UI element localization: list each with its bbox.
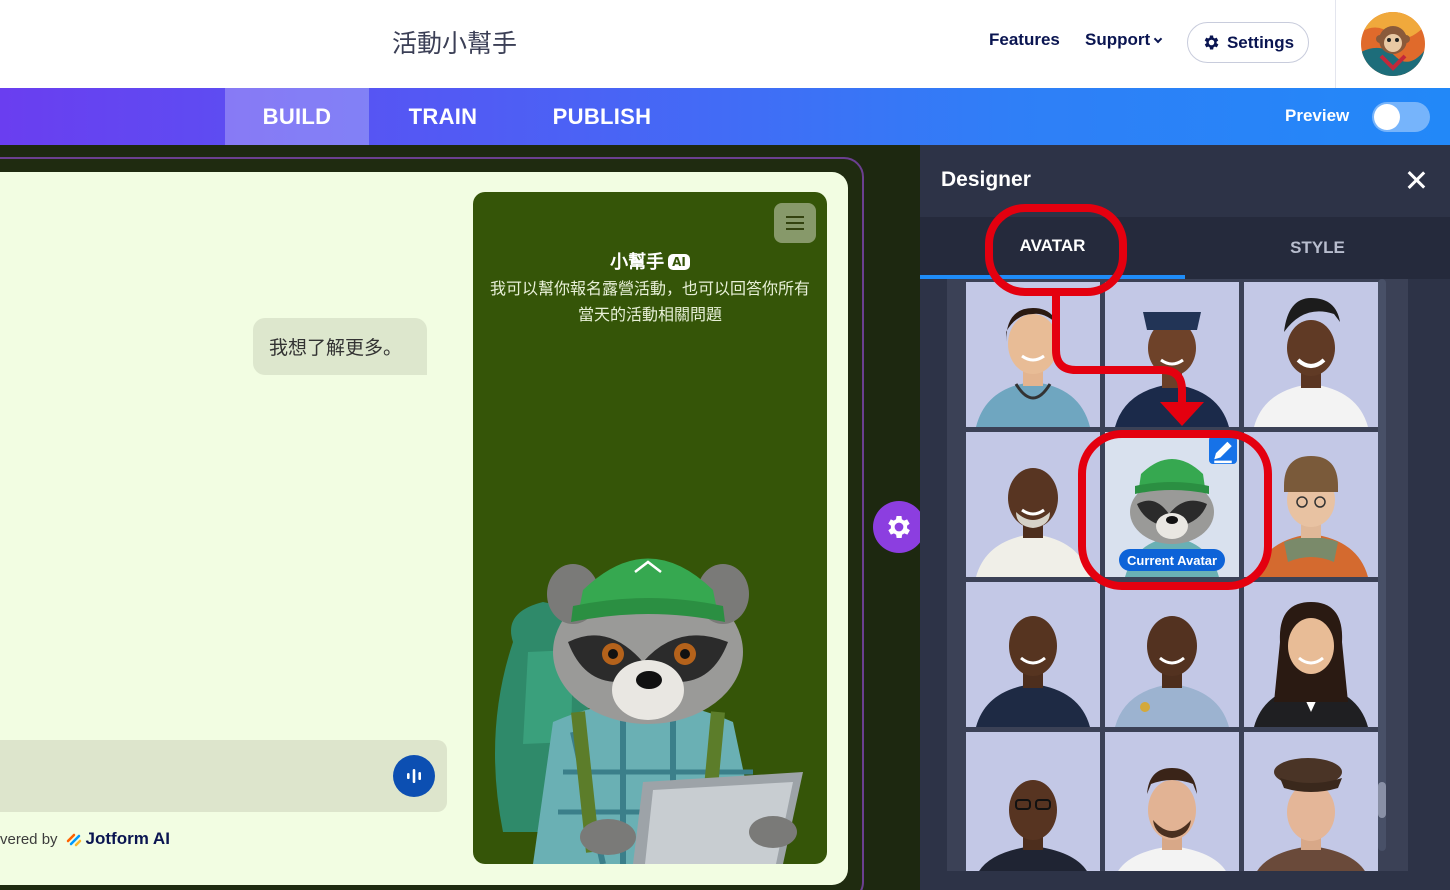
menu-icon-line bbox=[786, 216, 804, 218]
avatar-option-artist-man[interactable] bbox=[1244, 732, 1378, 871]
jotform-logo-icon bbox=[66, 833, 81, 847]
avatar-grid: Current Avatar bbox=[966, 282, 1378, 871]
service-woman-portrait bbox=[1254, 298, 1368, 427]
avatar-gallery[interactable]: Current Avatar bbox=[947, 279, 1408, 871]
police-portrait bbox=[976, 616, 1090, 727]
avatar-option-raccoon[interactable]: Current Avatar bbox=[1105, 432, 1239, 577]
chat-input[interactable] bbox=[0, 740, 447, 812]
user-message-bubble: 我想了解更多。 bbox=[253, 318, 427, 375]
avatar-option-hiker-woman[interactable] bbox=[1244, 432, 1378, 577]
top-header: 活動小幫手 Features Support Settings bbox=[0, 0, 1450, 88]
settings-button[interactable]: Settings bbox=[1187, 22, 1309, 63]
current-avatar-label: Current Avatar bbox=[1119, 549, 1226, 571]
menu-icon-line bbox=[786, 222, 804, 224]
avatar-option-smiling-man[interactable] bbox=[1105, 732, 1239, 871]
raccoon-avatar-illustration bbox=[495, 558, 803, 864]
voice-button[interactable] bbox=[393, 755, 435, 797]
support-menu[interactable]: Support bbox=[1085, 30, 1163, 50]
tab-build[interactable]: BUILD bbox=[225, 88, 369, 145]
designer-title: Designer bbox=[941, 168, 1031, 191]
business-woman-portrait bbox=[1254, 602, 1368, 727]
builder-tab-bar: BUILD TRAIN PUBLISH Preview bbox=[0, 88, 1450, 145]
hiker-woman-portrait bbox=[1254, 456, 1368, 577]
agent-description: 我可以幫你報名露營活動，也可以回答你所有當天的活動相關問題 bbox=[489, 279, 810, 324]
menu-icon-line bbox=[786, 228, 804, 230]
preview-toggle[interactable] bbox=[1372, 102, 1430, 132]
user-message-text: 我想了解更多。 bbox=[269, 337, 403, 359]
jotform-ai-brand[interactable]: Jotform AI bbox=[66, 829, 170, 849]
artist-man-portrait bbox=[1257, 758, 1365, 871]
powered-by: vered by Jotform AI bbox=[0, 829, 170, 849]
flight-attendant-portrait bbox=[1115, 312, 1229, 427]
features-link[interactable]: Features bbox=[989, 30, 1060, 50]
avatar-option-service-woman[interactable] bbox=[1244, 282, 1378, 427]
avatar-option-business-man-glasses[interactable] bbox=[966, 732, 1100, 871]
gear-icon bbox=[1204, 35, 1219, 50]
app-title: 活動小幫手 bbox=[392, 29, 518, 58]
gallery-scrollbar-track[interactable] bbox=[1378, 279, 1386, 851]
pencil-icon bbox=[1214, 441, 1232, 463]
tab-train[interactable]: TRAIN bbox=[388, 88, 498, 145]
audio-wave-icon bbox=[407, 769, 421, 783]
smiling-man-portrait bbox=[1118, 768, 1226, 871]
powered-by-text: vered by bbox=[0, 830, 58, 848]
agent-card: 小幫手 AI 我可以幫你報名露營活動，也可以回答你所有當天的活動相關問題 bbox=[473, 192, 827, 864]
nurse-portrait bbox=[976, 308, 1090, 427]
avatar-option-nurse[interactable] bbox=[966, 282, 1100, 427]
gear-icon bbox=[888, 516, 910, 538]
settings-label: Settings bbox=[1226, 32, 1295, 52]
agent-menu-button[interactable] bbox=[774, 203, 816, 243]
user-avatar[interactable] bbox=[1361, 12, 1425, 76]
preview-label: Preview bbox=[1285, 106, 1350, 125]
gallery-scrollbar-thumb[interactable] bbox=[1378, 782, 1386, 818]
designer-toggle-button[interactable] bbox=[873, 501, 925, 553]
header-divider bbox=[1335, 0, 1336, 88]
avatar-option-security-officer[interactable] bbox=[1105, 582, 1239, 727]
monkey-avatar-image bbox=[1361, 12, 1425, 76]
priest-portrait bbox=[976, 468, 1090, 577]
close-designer-button[interactable] bbox=[1403, 167, 1429, 193]
designer-tabs: AVATAR STYLE bbox=[920, 217, 1450, 279]
tab-avatar[interactable]: AVATAR bbox=[920, 217, 1185, 279]
agent-name: 小幫手 AI bbox=[473, 248, 827, 274]
ai-badge: AI bbox=[668, 254, 690, 270]
designer-panel: Designer AVATAR STYLE Current Avatar bbox=[920, 145, 1450, 890]
tab-style[interactable]: STYLE bbox=[1185, 217, 1450, 279]
business-man-portrait bbox=[979, 780, 1087, 871]
avatar-option-business-woman[interactable] bbox=[1244, 582, 1378, 727]
avatar-option-priest[interactable] bbox=[966, 432, 1100, 577]
avatar-option-flight-attendant[interactable] bbox=[1105, 282, 1239, 427]
security-officer-portrait bbox=[1115, 616, 1229, 727]
brand-text: Jotform AI bbox=[85, 829, 170, 848]
avatar-option-police[interactable] bbox=[966, 582, 1100, 727]
edit-avatar-button[interactable] bbox=[1209, 436, 1237, 464]
tab-publish[interactable]: PUBLISH bbox=[540, 88, 664, 145]
chevron-down-icon bbox=[1153, 34, 1163, 44]
